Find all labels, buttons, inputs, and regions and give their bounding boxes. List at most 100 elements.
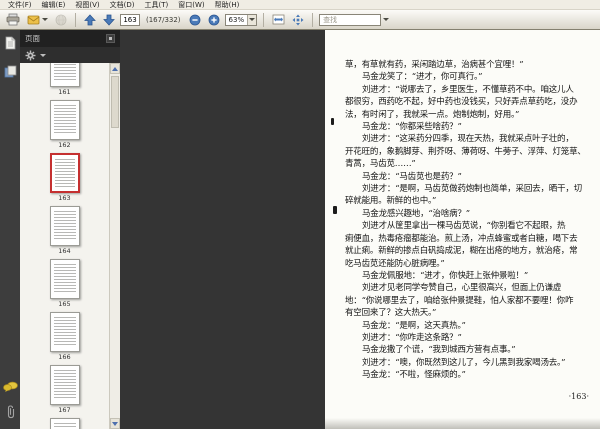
printer-icon <box>6 13 20 26</box>
text-line: 痢便血，热毒疮瘤都能治。煎上汤，冲点蜂蜜或者白糖，喝下去 <box>345 233 578 244</box>
search-dropdown-caret[interactable] <box>383 18 390 21</box>
main-content: 页面 161 162 163 164 165 166 167 草，有草就有药，采… <box>0 30 600 429</box>
email-dropdown-caret[interactable] <box>42 18 48 21</box>
pages-panel-title: 页面 <box>25 34 40 43</box>
scroll-down-icon <box>112 421 118 426</box>
thumbnail-page-image[interactable] <box>49 259 80 299</box>
thumbnail-list: 161 162 163 164 165 166 167 <box>20 63 120 429</box>
search-box <box>319 13 390 26</box>
thumbnail-page-label: 164 <box>58 247 71 255</box>
text-line: 马金龙：“你都采些啥药？” <box>362 122 462 133</box>
thumbnail-page-image[interactable] <box>49 100 80 140</box>
menu-bar: 文件(F) 编辑(E) 视图(V) 文档(D) 工具(T) 窗口(W) 帮助(H) <box>0 0 600 10</box>
page-thumbnail[interactable]: 167 <box>49 365 80 414</box>
zoom-level-combo[interactable]: 63% <box>224 13 258 26</box>
text-line: 法，有时闲了，我就采一点。炮制炮制，好用。” <box>345 109 520 120</box>
text-line: 刘进才从筐里拿出一棵马齿苋说，“你别看它不起眼，热 <box>362 221 566 232</box>
toolbar-separator <box>75 12 76 27</box>
menu-item[interactable]: 窗口(W) <box>173 0 209 10</box>
pages-panel-header: 页面 <box>20 30 120 47</box>
pages-tab-icon[interactable] <box>4 35 16 54</box>
page-thumbnail[interactable]: 161 <box>49 63 80 96</box>
collaborate-button[interactable] <box>53 12 69 28</box>
text-line: 马金龙笑了：“进才，你可真行。” <box>362 72 483 83</box>
print-button[interactable] <box>4 12 22 28</box>
page-number-input[interactable] <box>120 13 140 26</box>
text-line: 马金龙：“是啊，这天真热。” <box>362 320 466 331</box>
text-line: 马金龙撒了个谎，“我到城西方营有点事。” <box>362 345 516 356</box>
panel-options-gear-button[interactable] <box>25 46 36 65</box>
document-page: 草，有草就有药，采闲踏边草，治病甚个宜哩！” 马金龙笑了：“进才，你可真行。” 刘进… <box>325 30 600 429</box>
zoom-level-value: 63% <box>228 15 245 24</box>
search-input[interactable] <box>319 13 382 26</box>
menu-item[interactable]: 帮助(H) <box>210 0 245 10</box>
text-line: 都很穷，西药吃不起，好中药也没钱买，只好弄点草药吃，没办 <box>345 97 578 108</box>
thumbnail-page-image[interactable] <box>49 206 80 246</box>
toolbar-separator <box>263 12 265 27</box>
pdf-reader-window: 文件(F) 编辑(E) 视图(V) 文档(D) 工具(T) 窗口(W) 帮助(H) <box>0 0 600 429</box>
menu-item[interactable]: 视图(V) <box>70 0 104 10</box>
fit-width-icon <box>272 14 285 25</box>
fit-width-button[interactable] <box>270 12 287 28</box>
attachments-tab-icon[interactable] <box>4 404 16 423</box>
zoom-out-button[interactable] <box>187 12 203 28</box>
scan-artifact <box>331 118 334 125</box>
globe-icon <box>55 14 67 25</box>
menu-item[interactable]: 工具(T) <box>140 0 174 10</box>
scan-artifact <box>333 206 337 214</box>
page-thumbnail[interactable]: 164 <box>49 206 80 255</box>
thumbnail-page-label: 167 <box>58 406 71 414</box>
fit-page-icon <box>292 14 304 25</box>
fit-page-button[interactable] <box>290 12 306 28</box>
page-footer-number: ·163· <box>568 391 589 401</box>
thumbnail-page-label: 161 <box>58 88 71 96</box>
scroll-up-icon <box>112 66 118 71</box>
zoom-in-icon <box>208 14 219 25</box>
text-line: 有空回来了？这大热天。” <box>345 308 437 319</box>
scrollbar-thumb[interactable] <box>111 76 119 128</box>
next-page-button[interactable] <box>101 12 117 28</box>
text-line: 刘进才：“说哪去了，乡里医生，不懂草药不中。咱这儿人 <box>362 84 574 95</box>
thumbnail-page-image[interactable] <box>49 418 80 429</box>
page-count-label: (167/332) <box>146 15 181 24</box>
text-line: 刘进才见老同学夸赞自己，心里很高兴，但面上仍谦虚 <box>362 283 562 294</box>
zoom-dropdown-caret[interactable] <box>247 14 257 25</box>
page-thumbnail[interactable]: 162 <box>49 100 80 149</box>
thumbnail-page-image[interactable] <box>49 365 80 405</box>
sidebar-scrollbar[interactable] <box>109 63 120 429</box>
text-line: 青蒿，马齿苋……” <box>345 159 416 170</box>
page-thumbnail[interactable]: 165 <box>49 259 80 308</box>
arrow-up-icon <box>84 13 96 25</box>
page-thumbnail[interactable] <box>49 418 80 429</box>
menu-item[interactable]: 文档(D) <box>105 0 140 10</box>
text-line: 刘进才：“是啊，马齿苋做药炮制也简单，采回去，晒干，切 <box>362 184 582 195</box>
text-line: 地：“你说哪里去了，咱给张仲景提鞋，怕人家都不要哩！你咋 <box>345 295 574 306</box>
page-thumbnail[interactable]: 163 <box>49 153 80 202</box>
menu-item[interactable]: 编辑(E) <box>37 0 71 10</box>
email-button[interactable] <box>25 12 50 28</box>
rail-top-tabs <box>4 35 17 82</box>
thumbnail-page-label: 165 <box>58 300 71 308</box>
scroll-up-button[interactable] <box>110 63 120 74</box>
pages-panel-toolbar <box>20 47 120 63</box>
thumbnail-page-image[interactable] <box>49 63 80 87</box>
previous-page-button[interactable] <box>82 12 98 28</box>
text-line: 马金龙：“不啦，怪麻烦的。” <box>362 370 466 381</box>
gear-dropdown-caret[interactable] <box>40 53 46 57</box>
comments-tab-icon[interactable] <box>2 378 18 397</box>
thumbnail-page-label: 166 <box>58 353 71 361</box>
email-icon <box>27 15 40 25</box>
thumbnail-page-image[interactable] <box>49 153 80 193</box>
scroll-down-button[interactable] <box>110 418 120 429</box>
caret-down-icon <box>249 18 256 21</box>
panel-close-button[interactable] <box>106 34 115 43</box>
text-line: 草，有草就有药，采闲踏边草，治病甚个宜哩！” <box>345 60 524 70</box>
rail-bottom-tabs <box>2 378 18 423</box>
menu-item[interactable]: 文件(F) <box>3 0 37 10</box>
bookmarks-tab-icon[interactable] <box>4 63 17 82</box>
page-thumbnail[interactable]: 166 <box>49 312 80 361</box>
thumbnail-page-image[interactable] <box>49 312 80 352</box>
zoom-in-button[interactable] <box>206 12 222 28</box>
text-line: 刘进才：“这采药分四季，现在天热，我就采点叶子壮的， <box>362 134 574 145</box>
text-line: 碎就能用。新鲜的也中。” <box>345 196 437 207</box>
